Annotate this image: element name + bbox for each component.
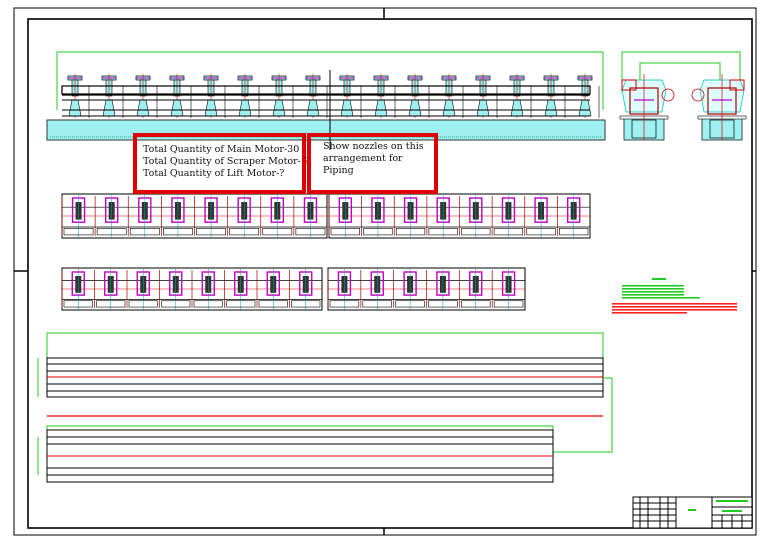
scraper-unit-elevation bbox=[543, 74, 566, 118]
note-line bbox=[622, 288, 684, 290]
technical-requirements-notes bbox=[612, 278, 737, 314]
scraper-unit-elevation bbox=[339, 74, 362, 118]
plan-view-row-2 bbox=[61, 267, 526, 311]
scraper-unit-elevation bbox=[475, 74, 498, 118]
cad-drawing-sheet: Total Quantity of Main Motor-30 Total Qu… bbox=[0, 0, 768, 543]
scraper-unit-elevation bbox=[509, 74, 532, 118]
scraper-unit-elevation bbox=[101, 74, 124, 118]
note-line bbox=[622, 291, 684, 293]
motor-quantity-callout: Total Quantity of Main Motor-30 Total Qu… bbox=[133, 133, 310, 194]
note-line bbox=[622, 285, 684, 287]
plan-view-row-1 bbox=[61, 193, 591, 239]
scraper-unit-elevation bbox=[373, 74, 396, 118]
note-line bbox=[612, 303, 737, 305]
note-line bbox=[622, 294, 684, 296]
main-motor-quantity: Total Quantity of Main Motor-30 bbox=[143, 144, 300, 155]
title-block bbox=[632, 496, 753, 529]
scraper-unit-elevation bbox=[67, 74, 90, 118]
lower-layout-view bbox=[37, 332, 613, 483]
side-views bbox=[619, 51, 747, 141]
scraper-unit-elevation bbox=[577, 74, 600, 118]
scraper-unit-elevation bbox=[169, 74, 192, 118]
notes-heading bbox=[652, 278, 666, 280]
cad-drawing-canvas bbox=[13, 7, 757, 536]
note-line bbox=[612, 306, 737, 308]
scraper-unit-elevation bbox=[441, 74, 464, 118]
scraper-motor-quantity: Total Quantity of Scraper Motor- ? bbox=[143, 156, 310, 167]
scraper-unit-elevation bbox=[135, 74, 158, 118]
scraper-unit-elevation bbox=[407, 74, 430, 118]
side-view-right bbox=[691, 74, 747, 141]
scraper-unit-elevation bbox=[237, 74, 260, 118]
piping-note-callout: Show nozzles on this arrangement for Pip… bbox=[307, 133, 438, 194]
note-line bbox=[612, 312, 687, 314]
scraper-unit-elevation bbox=[203, 74, 226, 118]
note-line bbox=[622, 297, 700, 299]
scraper-unit-elevation bbox=[305, 74, 328, 118]
lift-motor-quantity: Total Quantity of Lift Motor-? bbox=[143, 168, 285, 179]
scraper-unit-elevation bbox=[271, 74, 294, 118]
side-view-left bbox=[619, 74, 675, 141]
note-line bbox=[612, 309, 737, 311]
piping-note: Show nozzles on this arrangement for Pip… bbox=[323, 141, 424, 176]
